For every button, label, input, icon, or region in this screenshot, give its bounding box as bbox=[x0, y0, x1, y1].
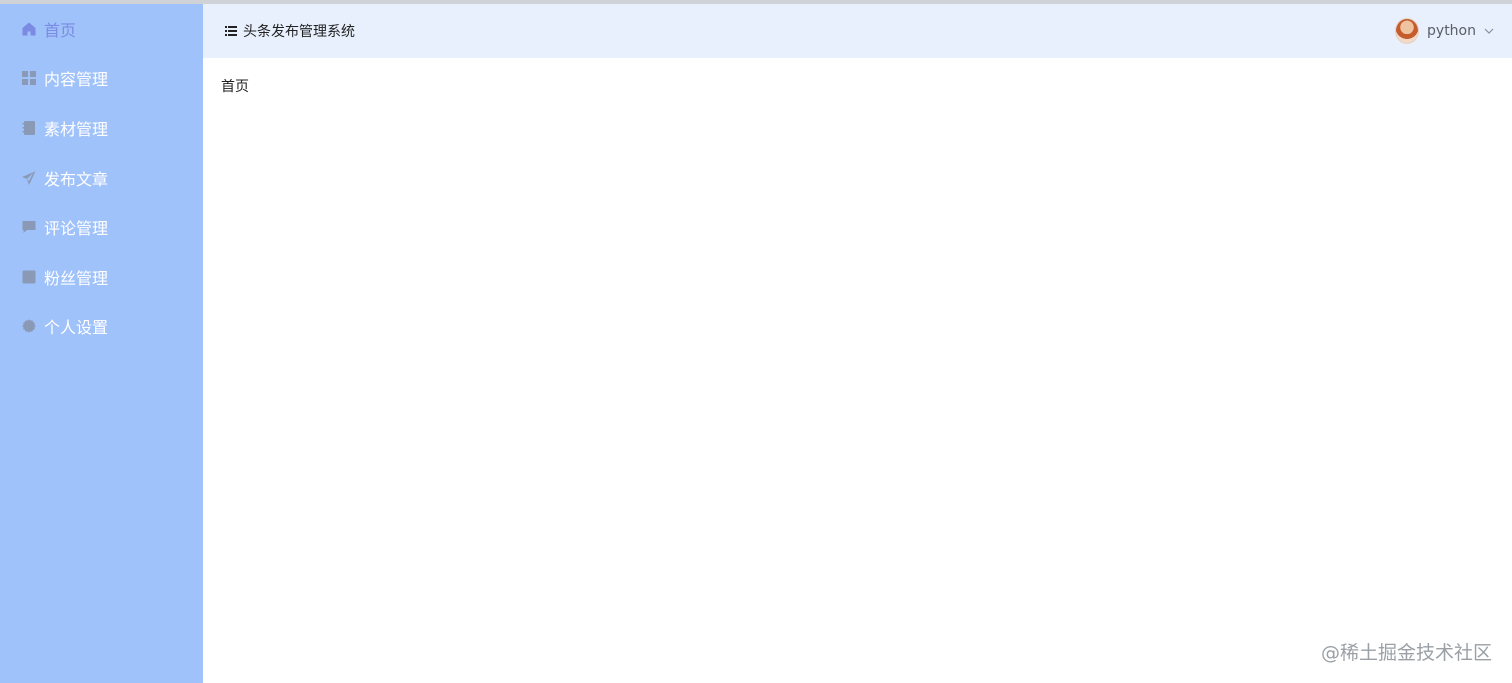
sidebar-item-settings[interactable]: 个人设置 bbox=[0, 302, 203, 352]
sidebar-item-label: 素材管理 bbox=[44, 119, 109, 139]
avatar[interactable] bbox=[1395, 18, 1420, 44]
sidebar-item-label: 发布文章 bbox=[44, 169, 109, 189]
sidebar: 首页 内容管理 素材管理 发布文章 评论管理 粉丝管理 个人设置 bbox=[0, 4, 203, 683]
user-menu[interactable]: python bbox=[1395, 18, 1494, 44]
sidebar-item-content[interactable]: 内容管理 bbox=[0, 54, 203, 104]
send-icon bbox=[20, 169, 37, 186]
sidebar-item-fans[interactable]: 粉丝管理 bbox=[0, 252, 203, 302]
main-area: 头条发布管理系统 python 首页 @稀土掘金技术社区 bbox=[203, 4, 1512, 683]
grid-icon bbox=[20, 70, 37, 87]
username[interactable]: python bbox=[1427, 23, 1476, 39]
page-content: 首页 bbox=[203, 58, 1512, 114]
sidebar-item-label: 评论管理 bbox=[44, 219, 109, 239]
sidebar-item-publish[interactable]: 发布文章 bbox=[0, 153, 203, 203]
app-shell: 首页 内容管理 素材管理 发布文章 评论管理 粉丝管理 个人设置 头条发布管理系… bbox=[0, 4, 1512, 683]
settings-icon bbox=[20, 318, 37, 335]
app-title: 头条发布管理系统 bbox=[243, 24, 355, 40]
sidebar-item-home[interactable]: 首页 bbox=[0, 4, 203, 54]
top-header: 头条发布管理系统 python bbox=[203, 4, 1512, 58]
home-icon bbox=[20, 20, 37, 37]
comment-icon bbox=[20, 219, 37, 236]
sidebar-item-label: 首页 bbox=[44, 20, 77, 40]
page-title: 首页 bbox=[221, 79, 249, 95]
sidebar-item-comments[interactable]: 评论管理 bbox=[0, 202, 203, 252]
user-card-icon bbox=[20, 268, 37, 285]
sidebar-item-label: 粉丝管理 bbox=[44, 268, 109, 288]
sidebar-item-material[interactable]: 素材管理 bbox=[0, 103, 203, 153]
chevron-down-icon[interactable] bbox=[1484, 26, 1494, 36]
menu-icon[interactable] bbox=[225, 25, 237, 37]
sidebar-item-label: 个人设置 bbox=[44, 318, 109, 338]
notebook-icon bbox=[20, 119, 37, 136]
header-title-group: 头条发布管理系统 bbox=[225, 21, 355, 41]
watermark: @稀土掘金技术社区 bbox=[1320, 642, 1492, 664]
sidebar-item-label: 内容管理 bbox=[44, 70, 109, 90]
